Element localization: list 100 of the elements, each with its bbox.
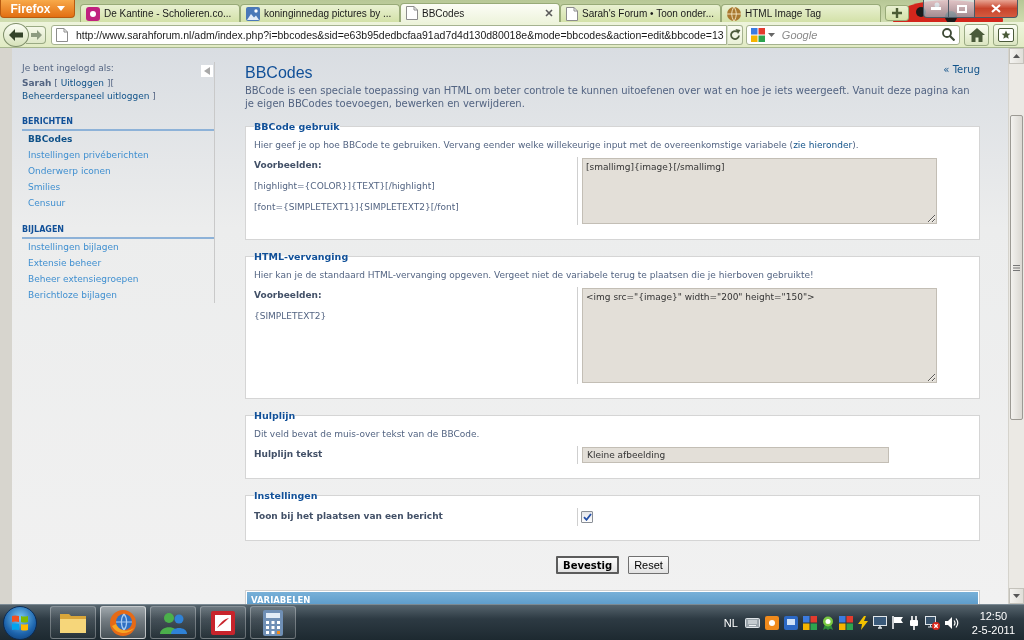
flag-icon: [11, 613, 29, 632]
field-label: Hulplijn tekst: [254, 448, 324, 461]
section-legend: HTML-vervanging: [254, 250, 349, 263]
back-link[interactable]: « Terug: [943, 63, 980, 76]
globe-icon: [110, 609, 136, 636]
checkbox[interactable]: [581, 511, 593, 523]
check-icon: [582, 513, 592, 521]
scrollbar-thumb[interactable]: [1010, 115, 1023, 420]
login-label: Je bent ingelogd als:: [22, 62, 114, 75]
tile-icon[interactable]: [764, 615, 779, 630]
address-bar[interactable]: http://www.sarahforum.nl/adm/index.php?i=bbcodes&sid=e63b95dedbcfaa91ad7d4d130d80018e&mode=bbcodes&action=edit&bbcode=13: [50, 24, 727, 45]
logout-link[interactable]: Uitloggen: [60, 78, 105, 88]
textarea-field[interactable]: <img src="{image}" width="200" height="150">: [582, 288, 937, 383]
page-icon: [566, 6, 578, 21]
taskbar-app[interactable]: [200, 606, 246, 639]
search-input[interactable]: Google: [777, 26, 940, 43]
reload-icon: [728, 28, 741, 41]
maximize-button[interactable]: [949, 0, 975, 18]
scroll-down-button[interactable]: [1009, 588, 1024, 604]
search-field[interactable]: Google: [745, 24, 961, 45]
logout-link[interactable]: Beheerderspaneel uitloggen: [22, 91, 150, 101]
hint-text: Hier kan je de standaard HTML-vervanging opgeven. Vergeet niet de variabele terug te plaatsen die je hierboven gebruikte!: [254, 269, 815, 282]
triangle-down-icon: [1013, 594, 1020, 598]
field-label: Voorbeelden:: [254, 289, 323, 302]
tab[interactable]: HTML Image Tag: [720, 4, 881, 22]
calculator-icon: [263, 609, 283, 636]
home-icon: [968, 27, 985, 42]
section-legend: Instellingen: [254, 489, 318, 502]
text-field[interactable]: Kleine afbeelding: [582, 447, 889, 463]
document-icon: [211, 610, 235, 635]
bookmark-icon: [997, 27, 1014, 42]
start-button[interactable]: [3, 605, 37, 640]
tab[interactable]: BBCodes: [400, 3, 560, 22]
scrollbar[interactable]: [1008, 48, 1024, 604]
example-text: [highlight={COLOR}]{TEXT}[/highlight]: [254, 180, 436, 193]
caret-icon: [56, 6, 65, 11]
example-text: {SIMPLETEXT2}: [254, 310, 328, 323]
grid-icon[interactable]: [838, 615, 853, 630]
textarea-field[interactable]: [smallimg]{image}[/smallimg]: [582, 158, 937, 224]
sidebar-item[interactable]: BBCodes: [28, 131, 73, 147]
minimize-button[interactable]: [923, 0, 949, 18]
language-indicator[interactable]: NL: [723, 616, 738, 629]
tile-icon: [86, 6, 100, 21]
grid-icon[interactable]: [750, 27, 765, 42]
search-icon[interactable]: [942, 28, 956, 41]
clock-time: 12:50: [979, 608, 1008, 623]
back-button[interactable]: [3, 22, 29, 47]
hint-link[interactable]: zie hieronder: [793, 140, 853, 150]
page-icon: [406, 6, 418, 20]
hint-text: Hier geef je op hoe BBCode te gebruiken. Vervang eender welke willekeurige input met de overeenkomstige variabele (zie hieronder).: [254, 139, 860, 152]
bolt-icon[interactable]: [857, 615, 868, 630]
home-button[interactable]: [964, 23, 990, 46]
minimize-icon: [931, 7, 941, 10]
keyboard-icon[interactable]: [744, 617, 760, 628]
network-icon[interactable]: [924, 615, 940, 630]
section-legend: Hulplijn: [254, 409, 296, 422]
section-heading: BERICHTEN: [22, 117, 214, 131]
monitor-icon[interactable]: [783, 615, 798, 630]
folder-icon: [60, 612, 86, 633]
globe-icon: [726, 6, 741, 21]
tab[interactable]: De Kantine - Scholieren.co...: [80, 4, 240, 22]
speaker-icon[interactable]: [944, 616, 959, 629]
flag-icon[interactable]: [891, 616, 903, 629]
field-label: Voorbeelden:: [254, 159, 323, 172]
clock-date: 2-5-2011: [971, 622, 1015, 637]
close-icon: [991, 4, 1001, 13]
grip-icon: [1013, 264, 1020, 271]
badge-icon[interactable]: [821, 615, 834, 630]
taskbar-app[interactable]: [250, 606, 296, 639]
triangle-up-icon: [1013, 54, 1020, 58]
field-label: Toon bij het plaatsen van een bericht: [254, 510, 444, 523]
page-icon: [55, 27, 68, 42]
intro-text: BBCode is een speciale toepassing van HTML om beter controle te kunnen uitoefenen over wat en hoe je iets weergeeft. Vanuit deze pagina kan je eigen BBCodes toevoegen, bewerken en verwijderen.: [245, 84, 971, 110]
scroll-up-button[interactable]: [1009, 48, 1024, 64]
tab[interactable]: Sarah's Forum • Toon onder...: [560, 4, 721, 22]
taskbar-app[interactable]: [50, 606, 96, 639]
caret-icon[interactable]: [767, 32, 775, 37]
section-legend: BBCode gebruik: [254, 120, 340, 133]
close-button[interactable]: [975, 0, 1018, 18]
monitor-icon[interactable]: [872, 616, 887, 629]
image-icon: [246, 6, 260, 21]
reset-button[interactable]: Reset: [628, 556, 669, 574]
example-text: [font={SIMPLETEXT1}]{SIMPLETEXT2}[/font]: [254, 201, 460, 214]
grid-icon[interactable]: [802, 615, 817, 630]
people-icon: [159, 611, 187, 634]
plus-icon: [891, 8, 902, 18]
submit-button[interactable]: Bevestig: [556, 556, 620, 574]
section-header: VARIABELEN: [247, 592, 978, 604]
bookmarks-button[interactable]: [993, 23, 1018, 46]
tab[interactable]: koninginnedag pictures by ...: [240, 4, 400, 22]
plug-icon[interactable]: [907, 615, 920, 630]
arrow-left-icon: [8, 28, 23, 41]
page-title: BBCodes: [245, 63, 313, 83]
login-status: Sarah [ Uitloggen ][ Beheerderspaneel uitloggen ]: [22, 77, 157, 103]
new-tab-button[interactable]: [884, 5, 909, 21]
arrow-right-icon: [31, 29, 43, 40]
section-heading: BIJLAGEN: [22, 225, 214, 239]
maximize-icon: [956, 4, 967, 13]
triangle-left-icon: [204, 67, 210, 75]
close-icon[interactable]: [545, 9, 553, 17]
